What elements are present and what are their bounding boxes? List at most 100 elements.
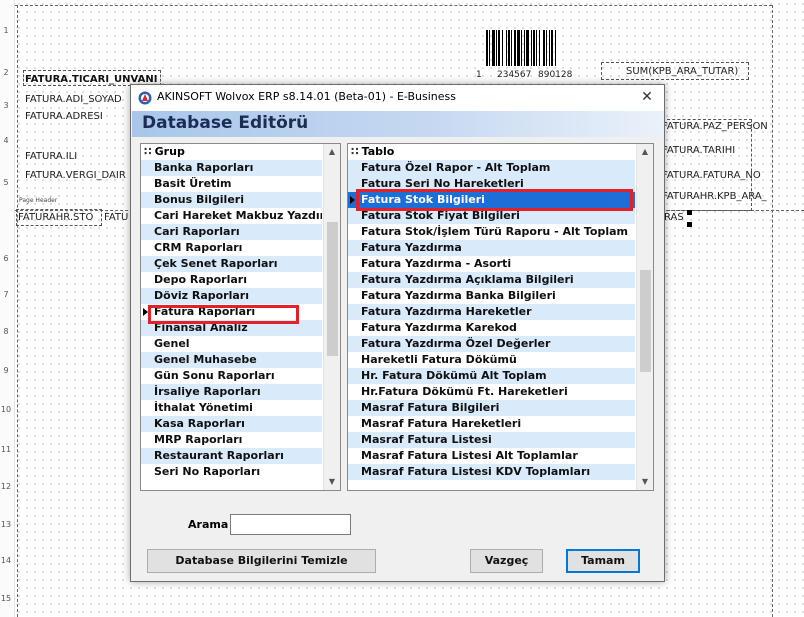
- ruler-mark: 11: [0, 445, 12, 454]
- grup-item-label: Bonus Bilgileri: [154, 193, 244, 206]
- tablo-list-item[interactable]: Fatura Yazdırma Banka Bilgileri: [348, 288, 635, 304]
- tablo-list-item[interactable]: Hareketli Fatura Dökümü: [348, 352, 635, 368]
- grup-list-item[interactable]: Cari Raporları: [141, 224, 322, 240]
- tablo-list-item[interactable]: Masraf Fatura Hareketleri: [348, 416, 635, 432]
- grup-list-item[interactable]: Restaurant Raporları: [141, 448, 322, 464]
- barcode-bar: [551, 30, 553, 66]
- field-ras[interactable]: RAS: [664, 212, 684, 223]
- grup-item-label: Banka Raporları: [154, 161, 254, 174]
- grup-list-item[interactable]: İrsaliye Raporları: [141, 384, 322, 400]
- tablo-list-item[interactable]: Masraf Fatura Bilgileri: [348, 400, 635, 416]
- scroll-up-arrow-icon[interactable]: ▲: [637, 144, 653, 160]
- grup-list-item[interactable]: Gün Sonu Raporları: [141, 368, 322, 384]
- ok-button[interactable]: Tamam: [566, 549, 640, 573]
- title-bar[interactable]: AKINSOFT Wolvox ERP s8.14.01 (Beta-01) -…: [131, 85, 664, 111]
- field-ili[interactable]: FATURA.ILI: [25, 151, 77, 162]
- tablo-list-item[interactable]: Masraf Fatura Listesi KDV Toplamları: [348, 464, 635, 480]
- search-input[interactable]: [230, 514, 351, 535]
- database-editor-dialog: AKINSOFT Wolvox ERP s8.14.01 (Beta-01) -…: [130, 84, 665, 582]
- barcode-bar: [517, 30, 520, 66]
- grup-list-item[interactable]: CRM Raporları: [141, 240, 322, 256]
- grup-list-header: ∷ Grup: [141, 144, 185, 159]
- grup-item-label: Basit Üretim: [154, 177, 232, 190]
- barcode-bar: [546, 30, 547, 66]
- scroll-down-arrow-icon[interactable]: ▼: [324, 474, 340, 490]
- grup-list-item[interactable]: Depo Raporları: [141, 272, 322, 288]
- grup-list-item[interactable]: Banka Raporları: [141, 160, 322, 176]
- scroll-down-arrow-icon[interactable]: ▼: [637, 474, 653, 490]
- tablo-list-item[interactable]: Fatura Yazdırma Hareketler: [348, 304, 635, 320]
- tablo-item-label: Fatura Yazdırma Özel Değerler: [361, 337, 551, 350]
- field-fatu[interactable]: FATU: [104, 212, 128, 223]
- barcode-bar: [511, 30, 512, 66]
- tablo-list-item[interactable]: Masraf Fatura Listesi: [348, 432, 635, 448]
- grup-list-item[interactable]: MRP Raporları: [141, 432, 322, 448]
- grup-item-label: Cari Hareket Makbuz Yazdırma: [154, 209, 322, 222]
- grup-list-item[interactable]: Çek Senet Raporları: [141, 256, 322, 272]
- grup-item-label: Genel: [154, 337, 190, 350]
- scroll-thumb[interactable]: [640, 270, 651, 372]
- cancel-button[interactable]: Vazgeç: [470, 549, 543, 573]
- ruler-mark: 1: [3, 26, 9, 35]
- grip-dots-icon: ∷: [144, 145, 152, 158]
- tablo-list-item[interactable]: Masraf Fatura Listesi Alt Toplamlar: [348, 448, 635, 464]
- selection-handle[interactable]: [687, 222, 692, 227]
- ruler-mark: 4: [3, 136, 9, 145]
- barcode-image[interactable]: [486, 30, 572, 66]
- barcode-bar: [498, 30, 500, 66]
- grup-list-item[interactable]: Döviz Raporları: [141, 288, 322, 304]
- dialog-banner: Database Editörü: [132, 111, 663, 137]
- field-adi-soyadi[interactable]: FATURA.ADI_SOYAD: [25, 94, 122, 105]
- grup-item-label: Çek Senet Raporları: [154, 257, 278, 270]
- scroll-thumb[interactable]: [327, 222, 338, 356]
- grup-list-item[interactable]: Cari Hareket Makbuz Yazdırma: [141, 208, 322, 224]
- close-button[interactable]: ✕: [630, 85, 664, 111]
- tablo-list-item[interactable]: Fatura Stok/İşlem Türü Raporu - Alt Topl…: [348, 224, 635, 240]
- band-border-top: [15, 5, 772, 6]
- tablo-scrollbar[interactable]: ▲ ▼: [636, 144, 653, 490]
- barcode-digits-group1: 234567: [497, 70, 532, 80]
- grup-list-item[interactable]: Genel Muhasebe: [141, 352, 322, 368]
- barcode-bar: [508, 30, 510, 66]
- tablo-list-header: ∷ Tablo: [348, 144, 394, 159]
- search-label: Arama: [188, 518, 229, 531]
- page-header-label: Page Header: [19, 197, 58, 204]
- grup-item-label: Restaurant Raporları: [154, 449, 284, 462]
- selection-handle[interactable]: [687, 210, 692, 215]
- field-adresi[interactable]: FATURA.ADRESI: [25, 111, 103, 122]
- tablo-list-item[interactable]: Fatura Özel Rapor - Alt Toplam: [348, 160, 635, 176]
- scroll-up-arrow-icon[interactable]: ▲: [324, 144, 340, 160]
- grup-list-item[interactable]: Bonus Bilgileri: [141, 192, 322, 208]
- grup-scrollbar[interactable]: ▲ ▼: [323, 144, 340, 490]
- grup-header-label: Grup: [154, 145, 185, 158]
- grup-list-item[interactable]: İthalat Yönetimi: [141, 400, 322, 416]
- tablo-item-label: Masraf Fatura Hareketleri: [361, 417, 522, 430]
- field-vergi-dairesi[interactable]: FATURA.VERGI_DAIR: [25, 170, 126, 181]
- grup-list-item[interactable]: Kasa Raporları: [141, 416, 322, 432]
- barcode-bar: [543, 30, 545, 66]
- tablo-list-item[interactable]: Fatura Yazdırma Karekod: [348, 320, 635, 336]
- tablo-list-item[interactable]: Hr. Fatura Dökümü Alt Toplam: [348, 368, 635, 384]
- tablo-item-label: Hareketli Fatura Dökümü: [361, 353, 517, 366]
- tablo-list-item[interactable]: Fatura Yazdırma: [348, 240, 635, 256]
- grup-item-label: Genel Muhasebe: [154, 353, 257, 366]
- tablo-item-label: Hr. Fatura Dökümü Alt Toplam: [361, 369, 547, 382]
- barcode-bar: [496, 30, 497, 66]
- tablo-list-item[interactable]: Fatura Yazdırma Özel Değerler: [348, 336, 635, 352]
- grup-item-label: Gün Sonu Raporları: [154, 369, 275, 382]
- grup-item-label: Cari Raporları: [154, 225, 240, 238]
- barcode-bar: [506, 30, 507, 66]
- grup-list-item[interactable]: Genel: [141, 336, 322, 352]
- tablo-list-item[interactable]: Fatura Yazdırma - Asorti: [348, 256, 635, 272]
- barcode-bar: [555, 30, 556, 66]
- barcode-bar: [531, 30, 532, 66]
- ruler-mark: 8: [3, 327, 9, 336]
- grup-list-item[interactable]: Basit Üretim: [141, 176, 322, 192]
- tablo-list-item[interactable]: Hr.Fatura Dökümü Ft. Hareketleri: [348, 384, 635, 400]
- clear-database-button[interactable]: Database Bilgilerini Temizle: [147, 549, 376, 573]
- tablo-item-label: Fatura Yazdırma: [361, 241, 462, 254]
- barcode-digit-left: 1: [476, 70, 482, 80]
- tablo-list-item[interactable]: Fatura Yazdırma Açıklama Bilgileri: [348, 272, 635, 288]
- grup-list-item[interactable]: Seri No Raporları: [141, 464, 322, 480]
- tablo-item-label: Fatura Yazdırma Hareketler: [361, 305, 532, 318]
